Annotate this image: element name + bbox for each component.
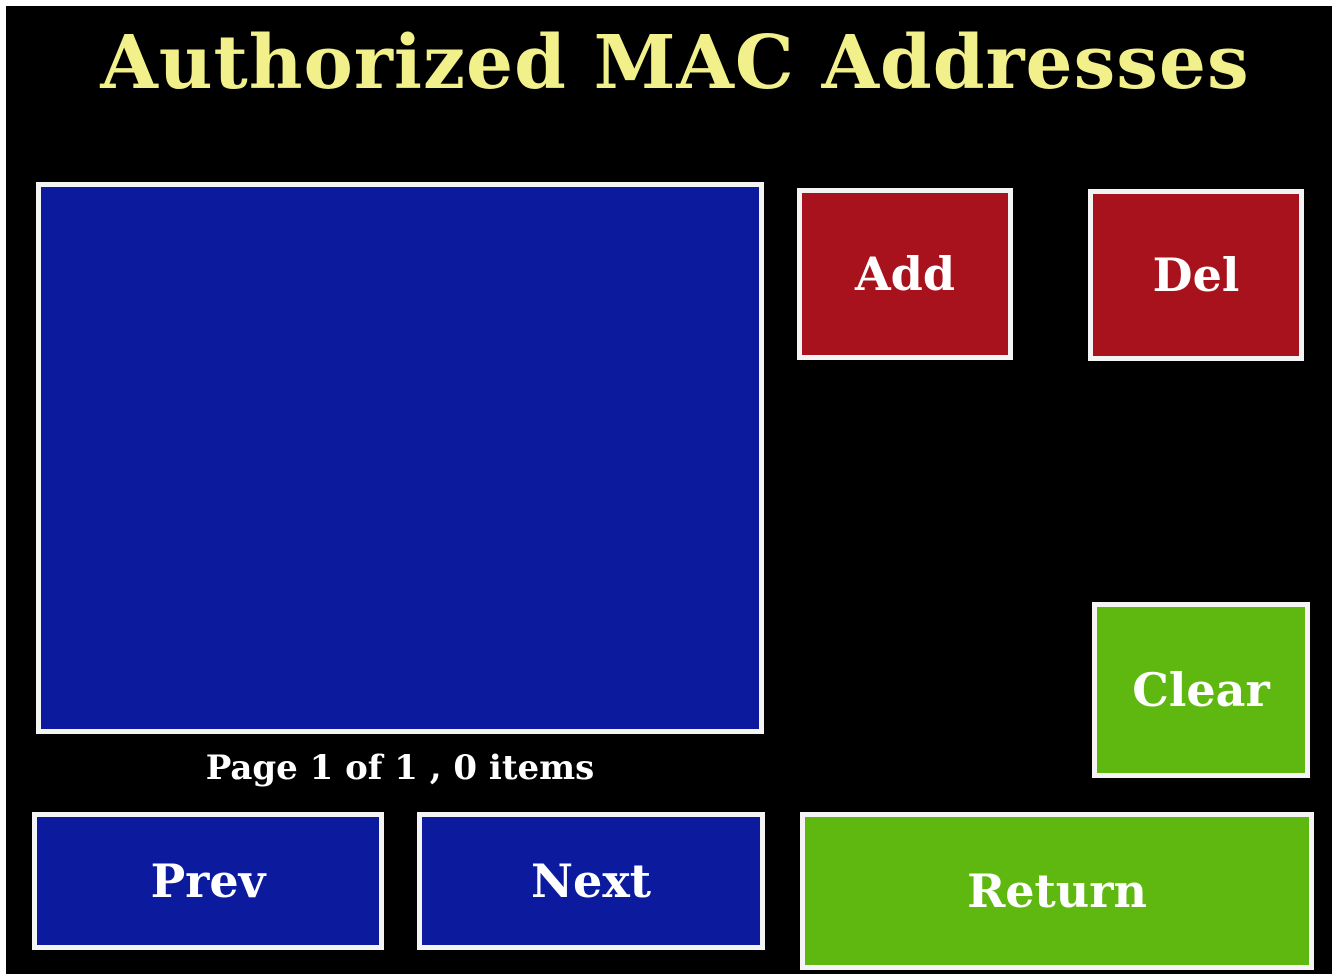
delete-button[interactable]: Del [1088,189,1304,361]
return-button[interactable]: Return [800,812,1314,970]
clear-button[interactable]: Clear [1092,602,1310,778]
next-button[interactable]: Next [417,812,765,950]
prev-button[interactable]: Prev [32,812,384,950]
page-title: Authorized MAC Addresses [100,20,1250,106]
touch-screen: Authorized MAC Addresses Add Del Clear P… [6,6,1332,974]
add-button[interactable]: Add [797,188,1013,360]
mac-address-list[interactable] [36,182,764,734]
page-status: Page 1 of 1 , 0 items [205,748,595,788]
